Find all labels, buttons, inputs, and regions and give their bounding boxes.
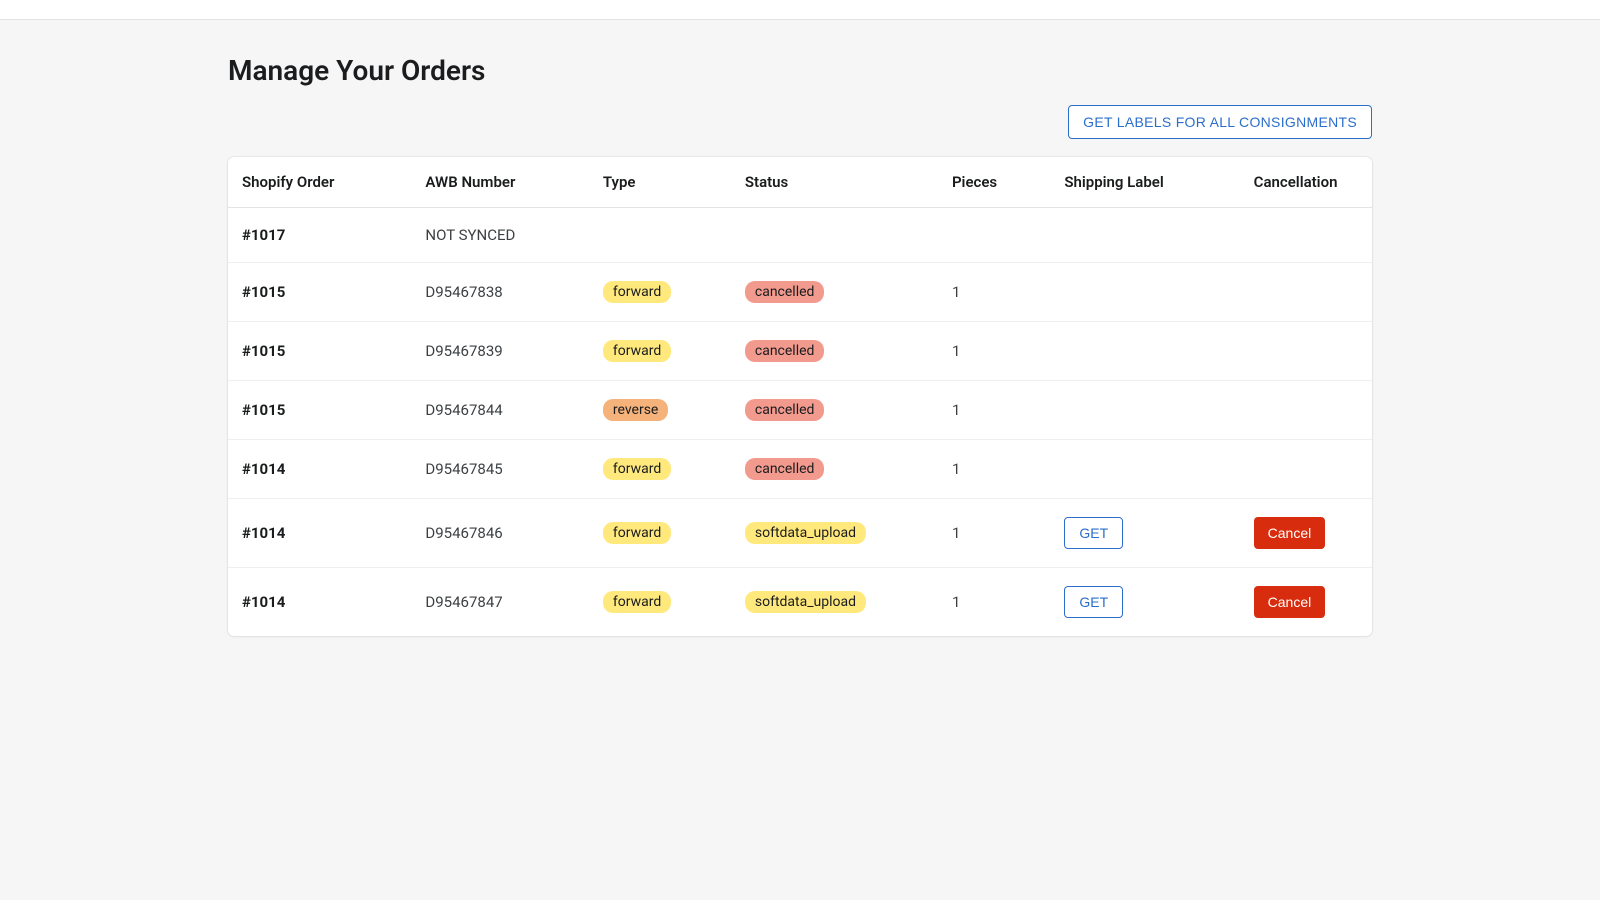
cell-shipping-label	[1050, 440, 1239, 499]
col-header-type: Type	[589, 157, 731, 208]
cell-cancellation: Cancel	[1240, 499, 1372, 568]
cell-awb: D95467846	[411, 499, 588, 568]
cell-pieces: 1	[938, 568, 1050, 637]
type-badge: forward	[603, 340, 671, 362]
cell-awb: D95467847	[411, 568, 588, 637]
get-label-button[interactable]: GET	[1064, 517, 1123, 549]
cell-order-id: #1015	[228, 381, 411, 440]
status-badge: cancelled	[745, 458, 825, 480]
get-all-labels-button[interactable]: GET LABELS FOR ALL CONSIGNMENTS	[1068, 105, 1372, 139]
cell-pieces	[938, 208, 1050, 263]
cell-cancellation	[1240, 322, 1372, 381]
cell-order-id: #1014	[228, 568, 411, 637]
cell-order-id: #1015	[228, 263, 411, 322]
cancel-button[interactable]: Cancel	[1254, 517, 1326, 549]
cell-type: forward	[589, 568, 731, 637]
orders-table: Shopify Order AWB Number Type Status Pie…	[228, 157, 1372, 636]
cell-awb: D95467839	[411, 322, 588, 381]
cell-cancellation	[1240, 263, 1372, 322]
cell-pieces: 1	[938, 440, 1050, 499]
cell-type: reverse	[589, 381, 731, 440]
cell-cancellation	[1240, 381, 1372, 440]
col-header-order: Shopify Order	[228, 157, 411, 208]
table-row: #1017NOT SYNCED	[228, 208, 1372, 263]
cell-pieces: 1	[938, 322, 1050, 381]
cell-cancellation: Cancel	[1240, 568, 1372, 637]
status-badge: softdata_upload	[745, 591, 866, 613]
cell-type: forward	[589, 263, 731, 322]
cell-pieces: 1	[938, 263, 1050, 322]
cell-status: softdata_upload	[731, 568, 938, 637]
cell-order-id: #1014	[228, 499, 411, 568]
table-header-row: Shopify Order AWB Number Type Status Pie…	[228, 157, 1372, 208]
cell-shipping-label	[1050, 322, 1239, 381]
type-badge: forward	[603, 281, 671, 303]
cell-type: forward	[589, 322, 731, 381]
cell-status: cancelled	[731, 322, 938, 381]
page-content: Manage Your Orders GET LABELS FOR ALL CO…	[0, 20, 1600, 636]
cell-awb: D95467838	[411, 263, 588, 322]
table-row: #1015D95467839 forward cancelled 1	[228, 322, 1372, 381]
cell-order-id: #1014	[228, 440, 411, 499]
type-badge: forward	[603, 591, 671, 613]
table-row: #1014D95467847 forward softdata_upload 1 GET…	[228, 568, 1372, 637]
cell-shipping-label	[1050, 208, 1239, 263]
top-bar	[0, 0, 1600, 20]
status-badge: cancelled	[745, 340, 825, 362]
cancel-button[interactable]: Cancel	[1254, 586, 1326, 618]
col-header-pieces: Pieces	[938, 157, 1050, 208]
col-header-cancel: Cancellation	[1240, 157, 1372, 208]
orders-card: Shopify Order AWB Number Type Status Pie…	[228, 157, 1372, 636]
cell-cancellation	[1240, 208, 1372, 263]
cell-order-id: #1015	[228, 322, 411, 381]
cell-awb: NOT SYNCED	[411, 208, 588, 263]
cell-pieces: 1	[938, 499, 1050, 568]
cell-status: softdata_upload	[731, 499, 938, 568]
table-row: #1014D95467846 forward softdata_upload 1 GET…	[228, 499, 1372, 568]
table-row: #1015D95467844 reverse cancelled 1	[228, 381, 1372, 440]
cell-status: cancelled	[731, 381, 938, 440]
cell-status	[731, 208, 938, 263]
cell-status: cancelled	[731, 440, 938, 499]
cell-type: forward	[589, 499, 731, 568]
type-badge: reverse	[603, 399, 668, 421]
get-label-button[interactable]: GET	[1064, 586, 1123, 618]
status-badge: softdata_upload	[745, 522, 866, 544]
status-badge: cancelled	[745, 399, 825, 421]
page-title: Manage Your Orders	[228, 54, 1372, 87]
cell-cancellation	[1240, 440, 1372, 499]
cell-awb: D95467845	[411, 440, 588, 499]
cell-pieces: 1	[938, 381, 1050, 440]
cell-type	[589, 208, 731, 263]
type-badge: forward	[603, 458, 671, 480]
cell-order-id: #1017	[228, 208, 411, 263]
col-header-awb: AWB Number	[411, 157, 588, 208]
type-badge: forward	[603, 522, 671, 544]
col-header-status: Status	[731, 157, 938, 208]
cell-awb: D95467844	[411, 381, 588, 440]
cell-type: forward	[589, 440, 731, 499]
toolbar: GET LABELS FOR ALL CONSIGNMENTS	[228, 105, 1372, 139]
cell-shipping-label	[1050, 263, 1239, 322]
cell-status: cancelled	[731, 263, 938, 322]
cell-shipping-label	[1050, 381, 1239, 440]
col-header-label: Shipping Label	[1050, 157, 1239, 208]
cell-shipping-label: GET	[1050, 568, 1239, 637]
cell-shipping-label: GET	[1050, 499, 1239, 568]
table-row: #1015D95467838 forward cancelled 1	[228, 263, 1372, 322]
status-badge: cancelled	[745, 281, 825, 303]
table-row: #1014D95467845 forward cancelled 1	[228, 440, 1372, 499]
